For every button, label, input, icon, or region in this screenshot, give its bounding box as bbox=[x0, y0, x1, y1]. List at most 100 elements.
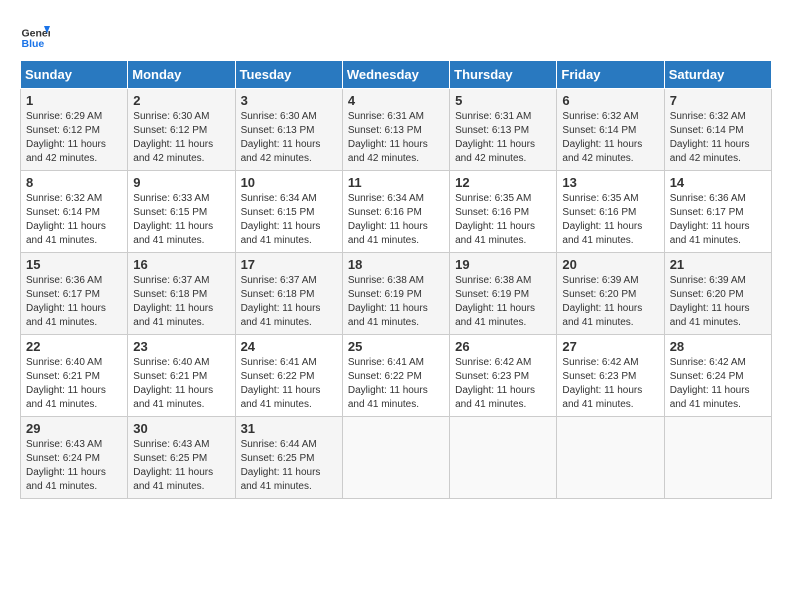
calendar-cell: 23 Sunrise: 6:40 AM Sunset: 6:21 PM Dayli… bbox=[128, 335, 235, 417]
day-detail: Sunrise: 6:44 AM Sunset: 6:25 PM Dayligh… bbox=[241, 438, 337, 494]
calendar-cell: 7 Sunrise: 6:32 AM Sunset: 6:14 PM Daylig… bbox=[664, 89, 771, 171]
day-number: 2 bbox=[133, 93, 229, 108]
calendar-cell: 8 Sunrise: 6:32 AM Sunset: 6:14 PM Daylig… bbox=[21, 171, 128, 253]
page-header: General Blue bbox=[20, 20, 772, 50]
day-number: 30 bbox=[133, 421, 229, 436]
day-number: 11 bbox=[348, 175, 444, 190]
day-detail: Sunrise: 6:38 AM Sunset: 6:19 PM Dayligh… bbox=[348, 274, 444, 330]
calendar-cell: 6 Sunrise: 6:32 AM Sunset: 6:14 PM Daylig… bbox=[557, 89, 664, 171]
calendar-cell: 13 Sunrise: 6:35 AM Sunset: 6:16 PM Dayli… bbox=[557, 171, 664, 253]
logo: General Blue bbox=[20, 20, 50, 50]
day-number: 4 bbox=[348, 93, 444, 108]
calendar-week-row: 1Sunrise: 6:29 AM Sunset: 6:12 PM Daylig… bbox=[21, 89, 772, 171]
day-detail: Sunrise: 6:37 AM Sunset: 6:18 PM Dayligh… bbox=[241, 274, 337, 330]
day-number: 14 bbox=[670, 175, 766, 190]
day-number: 12 bbox=[455, 175, 551, 190]
day-number: 7 bbox=[670, 93, 766, 108]
day-detail: Sunrise: 6:42 AM Sunset: 6:23 PM Dayligh… bbox=[562, 356, 658, 412]
calendar-cell: 18 Sunrise: 6:38 AM Sunset: 6:19 PM Dayli… bbox=[342, 253, 449, 335]
calendar-cell: 31 Sunrise: 6:44 AM Sunset: 6:25 PM Dayli… bbox=[235, 417, 342, 499]
weekday-header: Wednesday bbox=[342, 61, 449, 89]
day-number: 3 bbox=[241, 93, 337, 108]
calendar-cell bbox=[342, 417, 449, 499]
svg-text:Blue: Blue bbox=[22, 38, 45, 50]
calendar-cell: 29Sunrise: 6:43 AM Sunset: 6:24 PM Dayli… bbox=[21, 417, 128, 499]
day-number: 21 bbox=[670, 257, 766, 272]
day-detail: Sunrise: 6:41 AM Sunset: 6:22 PM Dayligh… bbox=[241, 356, 337, 412]
day-detail: Sunrise: 6:35 AM Sunset: 6:16 PM Dayligh… bbox=[455, 192, 551, 248]
day-number: 28 bbox=[670, 339, 766, 354]
calendar-cell: 22 Sunrise: 6:40 AM Sunset: 6:21 PM Dayli… bbox=[21, 335, 128, 417]
calendar-cell: 1Sunrise: 6:29 AM Sunset: 6:12 PM Daylig… bbox=[21, 89, 128, 171]
day-number: 5 bbox=[455, 93, 551, 108]
day-detail: Sunrise: 6:41 AM Sunset: 6:22 PM Dayligh… bbox=[348, 356, 444, 412]
day-number: 29 bbox=[26, 421, 122, 436]
calendar-cell: 20 Sunrise: 6:39 AM Sunset: 6:20 PM Dayli… bbox=[557, 253, 664, 335]
day-number: 17 bbox=[241, 257, 337, 272]
weekday-header: Saturday bbox=[664, 61, 771, 89]
day-number: 13 bbox=[562, 175, 658, 190]
calendar-cell: 25Sunrise: 6:41 AM Sunset: 6:22 PM Dayli… bbox=[342, 335, 449, 417]
calendar-cell: 2 Sunrise: 6:30 AM Sunset: 6:12 PM Daylig… bbox=[128, 89, 235, 171]
calendar-week-row: 22 Sunrise: 6:40 AM Sunset: 6:21 PM Dayli… bbox=[21, 335, 772, 417]
calendar-cell: 4Sunrise: 6:31 AM Sunset: 6:13 PM Daylig… bbox=[342, 89, 449, 171]
day-detail: Sunrise: 6:35 AM Sunset: 6:16 PM Dayligh… bbox=[562, 192, 658, 248]
day-number: 24 bbox=[241, 339, 337, 354]
weekday-header: Tuesday bbox=[235, 61, 342, 89]
calendar-cell: 27 Sunrise: 6:42 AM Sunset: 6:23 PM Dayli… bbox=[557, 335, 664, 417]
day-number: 6 bbox=[562, 93, 658, 108]
calendar-header: SundayMondayTuesdayWednesdayThursdayFrid… bbox=[21, 61, 772, 89]
day-number: 26 bbox=[455, 339, 551, 354]
calendar-week-row: 29Sunrise: 6:43 AM Sunset: 6:24 PM Dayli… bbox=[21, 417, 772, 499]
day-detail: Sunrise: 6:42 AM Sunset: 6:24 PM Dayligh… bbox=[670, 356, 766, 412]
day-number: 18 bbox=[348, 257, 444, 272]
day-number: 9 bbox=[133, 175, 229, 190]
logo-icon: General Blue bbox=[20, 20, 50, 50]
day-detail: Sunrise: 6:40 AM Sunset: 6:21 PM Dayligh… bbox=[133, 356, 229, 412]
day-number: 8 bbox=[26, 175, 122, 190]
day-detail: Sunrise: 6:30 AM Sunset: 6:13 PM Dayligh… bbox=[241, 110, 337, 166]
day-detail: Sunrise: 6:32 AM Sunset: 6:14 PM Dayligh… bbox=[26, 192, 122, 248]
day-detail: Sunrise: 6:39 AM Sunset: 6:20 PM Dayligh… bbox=[562, 274, 658, 330]
day-detail: Sunrise: 6:38 AM Sunset: 6:19 PM Dayligh… bbox=[455, 274, 551, 330]
calendar-week-row: 8 Sunrise: 6:32 AM Sunset: 6:14 PM Daylig… bbox=[21, 171, 772, 253]
day-number: 20 bbox=[562, 257, 658, 272]
day-number: 16 bbox=[133, 257, 229, 272]
calendar-cell bbox=[450, 417, 557, 499]
calendar-cell: 5Sunrise: 6:31 AM Sunset: 6:13 PM Daylig… bbox=[450, 89, 557, 171]
day-detail: Sunrise: 6:34 AM Sunset: 6:16 PM Dayligh… bbox=[348, 192, 444, 248]
day-detail: Sunrise: 6:33 AM Sunset: 6:15 PM Dayligh… bbox=[133, 192, 229, 248]
calendar-cell: 28 Sunrise: 6:42 AM Sunset: 6:24 PM Dayli… bbox=[664, 335, 771, 417]
calendar-cell: 24 Sunrise: 6:41 AM Sunset: 6:22 PM Dayli… bbox=[235, 335, 342, 417]
day-number: 23 bbox=[133, 339, 229, 354]
weekday-header: Thursday bbox=[450, 61, 557, 89]
calendar-cell: 14 Sunrise: 6:36 AM Sunset: 6:17 PM Dayli… bbox=[664, 171, 771, 253]
day-number: 27 bbox=[562, 339, 658, 354]
calendar-cell: 17 Sunrise: 6:37 AM Sunset: 6:18 PM Dayli… bbox=[235, 253, 342, 335]
day-detail: Sunrise: 6:32 AM Sunset: 6:14 PM Dayligh… bbox=[670, 110, 766, 166]
calendar-cell: 3 Sunrise: 6:30 AM Sunset: 6:13 PM Daylig… bbox=[235, 89, 342, 171]
calendar-cell: 11 Sunrise: 6:34 AM Sunset: 6:16 PM Dayli… bbox=[342, 171, 449, 253]
day-number: 31 bbox=[241, 421, 337, 436]
calendar-week-row: 15Sunrise: 6:36 AM Sunset: 6:17 PM Dayli… bbox=[21, 253, 772, 335]
day-number: 10 bbox=[241, 175, 337, 190]
calendar-cell: 21 Sunrise: 6:39 AM Sunset: 6:20 PM Dayli… bbox=[664, 253, 771, 335]
day-detail: Sunrise: 6:30 AM Sunset: 6:12 PM Dayligh… bbox=[133, 110, 229, 166]
day-number: 22 bbox=[26, 339, 122, 354]
calendar-cell: 9 Sunrise: 6:33 AM Sunset: 6:15 PM Daylig… bbox=[128, 171, 235, 253]
day-detail: Sunrise: 6:36 AM Sunset: 6:17 PM Dayligh… bbox=[670, 192, 766, 248]
day-detail: Sunrise: 6:34 AM Sunset: 6:15 PM Dayligh… bbox=[241, 192, 337, 248]
calendar-cell: 12 Sunrise: 6:35 AM Sunset: 6:16 PM Dayli… bbox=[450, 171, 557, 253]
day-detail: Sunrise: 6:39 AM Sunset: 6:20 PM Dayligh… bbox=[670, 274, 766, 330]
calendar-cell: 10 Sunrise: 6:34 AM Sunset: 6:15 PM Dayli… bbox=[235, 171, 342, 253]
weekday-header: Friday bbox=[557, 61, 664, 89]
calendar-table: SundayMondayTuesdayWednesdayThursdayFrid… bbox=[20, 60, 772, 499]
day-detail: Sunrise: 6:32 AM Sunset: 6:14 PM Dayligh… bbox=[562, 110, 658, 166]
weekday-header: Sunday bbox=[21, 61, 128, 89]
calendar-cell bbox=[557, 417, 664, 499]
calendar-cell: 30 Sunrise: 6:43 AM Sunset: 6:25 PM Dayli… bbox=[128, 417, 235, 499]
calendar-cell bbox=[664, 417, 771, 499]
day-detail: Sunrise: 6:43 AM Sunset: 6:25 PM Dayligh… bbox=[133, 438, 229, 494]
day-detail: Sunrise: 6:40 AM Sunset: 6:21 PM Dayligh… bbox=[26, 356, 122, 412]
calendar-cell: 19Sunrise: 6:38 AM Sunset: 6:19 PM Dayli… bbox=[450, 253, 557, 335]
